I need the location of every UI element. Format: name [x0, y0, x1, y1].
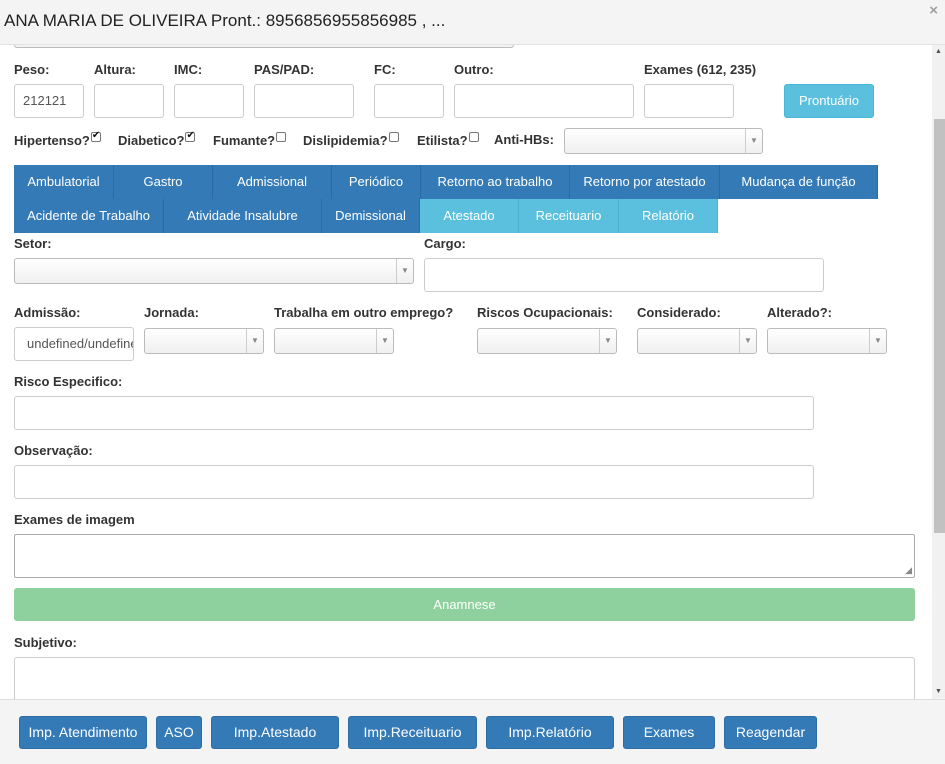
fumante-label: Fumante?	[213, 133, 276, 148]
setor-select[interactable]: ▼	[14, 258, 414, 284]
imp-atestado-button[interactable]: Imp.Atestado	[211, 716, 339, 749]
altura-input[interactable]	[94, 84, 164, 118]
chevron-down-icon: ▼	[869, 329, 886, 353]
dislipidemia-label: Dislipidemia?	[303, 133, 388, 148]
resize-grip-icon[interactable]: ◢	[905, 565, 912, 576]
risco-especifico-input[interactable]	[14, 396, 814, 430]
antihbs-label: Anti-HBs:	[494, 132, 554, 147]
imp-atendimento-button[interactable]: Imp. Atendimento	[19, 716, 147, 749]
chevron-down-icon: ▼	[396, 259, 413, 283]
jornada-select[interactable]: ▼	[144, 328, 264, 354]
setor-label: Setor:	[14, 236, 52, 251]
chevron-down-icon: ▼	[745, 129, 762, 153]
cargo-input[interactable]	[424, 258, 824, 292]
admissao-label: Admissão:	[14, 305, 81, 320]
altura-label: Altura:	[94, 62, 136, 77]
considerado-select[interactable]: ▼	[637, 328, 757, 354]
chevron-down-icon: ▼	[376, 329, 393, 353]
exames-input[interactable]	[644, 84, 734, 118]
chevron-down-icon: ▼	[599, 329, 616, 353]
pas-pad-input[interactable]	[254, 84, 354, 118]
fc-input[interactable]	[374, 84, 444, 118]
tab-mudanca-funcao[interactable]: Mudança de função	[720, 165, 878, 199]
fumante-check[interactable]: Fumante?	[213, 132, 287, 148]
tab-acidente-trabalho[interactable]: Acidente de Trabalho	[14, 199, 164, 233]
modal-footer: Imp. Atendimento ASO Imp.Atestado Imp.Re…	[0, 699, 945, 764]
alterado-select[interactable]: ▼	[767, 328, 887, 354]
risco-especifico-label: Risco Especifico:	[14, 374, 123, 389]
scrollbar-thumb[interactable]	[934, 119, 945, 533]
outro-emprego-label: Trabalha em outro emprego?	[274, 305, 454, 320]
outro-emprego-select[interactable]: ▼	[274, 328, 394, 354]
tab-relatorio[interactable]: Relatório	[619, 199, 718, 233]
scroll-up-icon[interactable]: ▲	[934, 48, 943, 55]
tab-demissional[interactable]: Demissional	[322, 199, 420, 233]
jornada-label: Jornada:	[144, 305, 199, 320]
dislipidemia-checkbox[interactable]	[388, 132, 399, 142]
exames-label: Exames (612, 235)	[644, 62, 757, 77]
close-icon[interactable]: ×	[929, 2, 938, 19]
modal-title: ANA MARIA DE OLIVEIRA Pront.: 8956856955…	[4, 11, 446, 30]
fumante-checkbox[interactable]	[276, 132, 287, 142]
observacao-label: Observação:	[14, 443, 93, 458]
chevron-down-icon: ▼	[739, 329, 756, 353]
peso-label: Peso:	[14, 62, 50, 77]
riscos-label: Riscos Ocupacionais:	[477, 305, 613, 320]
tab-gastro[interactable]: Gastro	[114, 165, 213, 199]
modal-header: ANA MARIA DE OLIVEIRA Pront.: 8956856955…	[0, 0, 945, 45]
tab-periodico[interactable]: Periódico	[332, 165, 421, 199]
reagendar-button[interactable]: Reagendar	[724, 716, 817, 749]
riscos-select[interactable]: ▼	[477, 328, 617, 354]
tab-retorno-atestado[interactable]: Retorno por atestado	[570, 165, 720, 199]
aso-button[interactable]: ASO	[156, 716, 202, 749]
prontuario-button[interactable]: Prontuário	[784, 84, 874, 118]
scroll-down-icon[interactable]: ▼	[934, 688, 943, 695]
tab-atestado[interactable]: Atestado	[420, 199, 519, 233]
pas-pad-label: PAS/PAD:	[254, 62, 315, 77]
etilista-label: Etilista?	[417, 133, 468, 148]
considerado-label: Considerado:	[637, 305, 721, 320]
fc-label: FC:	[374, 62, 396, 77]
exames-button[interactable]: Exames	[623, 716, 715, 749]
hipertenso-label: Hipertenso?	[14, 133, 90, 148]
tab-receituario[interactable]: Receituario	[519, 199, 619, 233]
subjetivo-label: Subjetivo:	[14, 635, 77, 650]
outro-label: Outro:	[454, 62, 494, 77]
dislipidemia-check[interactable]: Dislipidemia?	[303, 132, 399, 148]
imc-label: IMC:	[174, 62, 203, 77]
exames-imagem-label: Exames de imagem	[14, 512, 135, 527]
chevron-down-icon: ▼	[246, 329, 263, 353]
anamnese-button[interactable]: Anamnese	[14, 588, 915, 621]
diabetico-label: Diabetico?	[118, 133, 185, 148]
scrollbar[interactable]: ▲ ▼	[932, 45, 945, 699]
subjetivo-textarea[interactable]	[14, 657, 915, 699]
peso-input[interactable]: 212121	[14, 84, 84, 118]
exames-imagem-textarea[interactable]: ◢	[14, 534, 915, 578]
tab-admissional[interactable]: Admissional	[213, 165, 332, 199]
hipertenso-check[interactable]: Hipertenso?	[14, 130, 101, 148]
outro-input[interactable]	[454, 84, 634, 118]
admissao-input[interactable]: undefined/undefined	[14, 327, 134, 361]
tab-ambulatorial[interactable]: Ambulatorial	[14, 165, 114, 199]
etilista-checkbox[interactable]	[468, 132, 479, 142]
diabetico-check[interactable]: Diabetico?	[118, 130, 196, 148]
antihbs-select[interactable]: ▼	[564, 128, 763, 154]
etilista-check[interactable]: Etilista?	[417, 132, 479, 148]
cargo-label: Cargo:	[424, 236, 466, 251]
tab-atividade-insalubre[interactable]: Atividade Insalubre	[164, 199, 322, 233]
imp-receituario-button[interactable]: Imp.Receituario	[348, 716, 477, 749]
observacao-input[interactable]	[14, 465, 814, 499]
imp-relatorio-button[interactable]: Imp.Relatório	[486, 716, 614, 749]
modal-body: Peso: 212121 Altura: IMC: PAS/PAD: FC: O…	[0, 45, 932, 699]
diabetico-checkbox[interactable]	[185, 130, 196, 142]
hipertenso-checkbox[interactable]	[90, 130, 101, 142]
imc-input[interactable]	[174, 84, 244, 118]
tab-retorno-trabalho[interactable]: Retorno ao trabalho	[421, 165, 570, 199]
alterado-label: Alterado?:	[767, 305, 832, 320]
top-select-partial[interactable]	[14, 45, 514, 48]
